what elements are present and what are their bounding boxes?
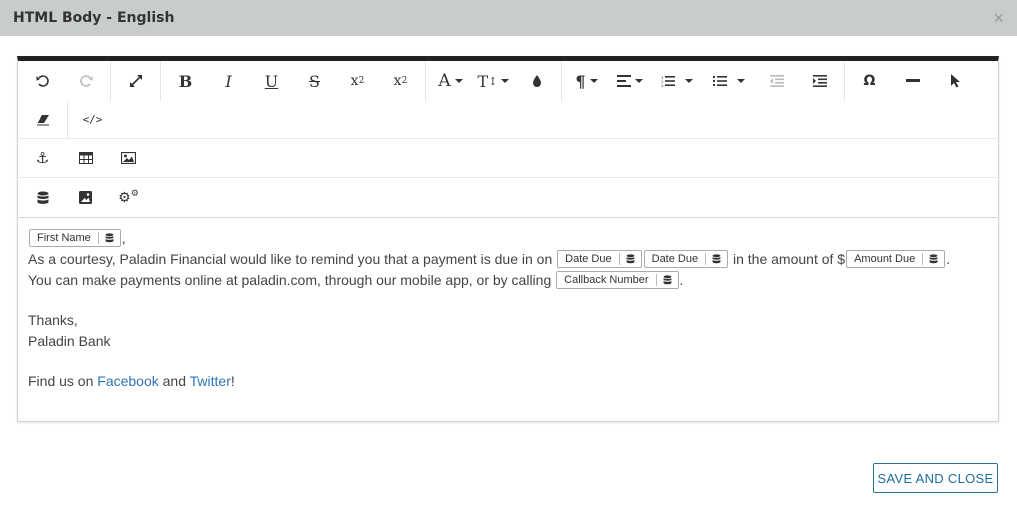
special-chars-icon[interactable]: Ω bbox=[848, 64, 891, 98]
code-group: </> bbox=[68, 101, 117, 138]
payment-line: You can make payments online at paladin.… bbox=[28, 270, 988, 291]
data-group: ⚙ ⚙ bbox=[18, 178, 153, 217]
align-icon[interactable] bbox=[608, 64, 651, 98]
underline-icon[interactable]: U bbox=[250, 64, 293, 98]
payment-period: . bbox=[679, 272, 684, 288]
close-icon[interactable]: × bbox=[993, 9, 1004, 27]
history-group bbox=[18, 61, 111, 101]
editor-content[interactable]: First Name, As a courtesy, Paladin Finan… bbox=[18, 217, 998, 402]
select-all-icon[interactable] bbox=[934, 64, 977, 98]
ordered-list-icon[interactable]: 123 bbox=[651, 64, 703, 98]
toolbar-row-4: ⚙ ⚙ bbox=[18, 178, 998, 217]
svg-text:3: 3 bbox=[661, 83, 664, 87]
database-icon bbox=[922, 253, 944, 266]
font-group: A T ↕ bbox=[426, 61, 562, 101]
modal-dialog: HTML Body - English × B I U S x 2 x 2 A … bbox=[0, 0, 1017, 512]
font-family-icon[interactable]: A bbox=[429, 64, 472, 98]
save-and-close-button[interactable]: SAVE AND CLOSE bbox=[873, 463, 998, 493]
fullscreen-icon[interactable] bbox=[114, 64, 157, 98]
settings-icon[interactable]: ⚙ ⚙ bbox=[107, 181, 150, 215]
redo-icon[interactable] bbox=[64, 64, 107, 98]
outdent-icon[interactable] bbox=[755, 64, 798, 98]
italic-icon[interactable]: I bbox=[207, 64, 250, 98]
database-icon[interactable] bbox=[21, 181, 64, 215]
strikethrough-icon[interactable]: S bbox=[293, 64, 336, 98]
toolbar-row-3: ⚓ bbox=[18, 139, 998, 178]
anchor-icon[interactable]: ⚓ bbox=[21, 141, 64, 175]
horizontal-line-icon[interactable] bbox=[891, 64, 934, 98]
media-group: ⚓ bbox=[18, 139, 153, 177]
color-icon[interactable] bbox=[515, 64, 558, 98]
database-icon bbox=[705, 253, 727, 266]
indent-icon[interactable] bbox=[798, 64, 841, 98]
modal-title: HTML Body - English bbox=[13, 10, 175, 26]
image-icon[interactable] bbox=[107, 141, 150, 175]
clear-group bbox=[18, 101, 68, 138]
twitter-link[interactable]: Twitter bbox=[190, 373, 231, 389]
facebook-link[interactable]: Facebook bbox=[97, 373, 158, 389]
insert-group: Ω bbox=[845, 61, 980, 101]
thanks-line: Thanks, bbox=[28, 312, 78, 328]
database-icon bbox=[97, 232, 120, 245]
unordered-list-icon[interactable] bbox=[703, 64, 755, 98]
signature-line: Paladin Bank bbox=[28, 333, 111, 349]
view-group bbox=[111, 61, 161, 101]
reminder-text-b: in the amount of $ bbox=[729, 251, 846, 267]
social-suffix: ! bbox=[230, 373, 235, 389]
payment-text: You can make payments online at paladin.… bbox=[28, 272, 556, 288]
reminder-period: . bbox=[946, 251, 951, 267]
merge-tag-amount-due[interactable]: Amount Due bbox=[846, 250, 946, 269]
clear-formatting-icon[interactable] bbox=[21, 103, 64, 137]
social-prefix: Find us on bbox=[28, 373, 98, 389]
reminder-line: As a courtesy, Paladin Financial would l… bbox=[28, 249, 988, 270]
greeting-comma: , bbox=[121, 230, 126, 246]
superscript-icon[interactable]: x2 bbox=[379, 64, 422, 98]
rich-text-editor: B I U S x2 x2 A T ↕ ¶ 1 2 3 Ω </> ⚓ ⚙ ⚙ … bbox=[17, 56, 999, 422]
bold-icon[interactable]: B bbox=[164, 64, 207, 98]
social-and: and bbox=[158, 373, 190, 389]
merge-tag-date-due-1[interactable]: Date Due bbox=[557, 250, 642, 269]
database-icon bbox=[618, 253, 641, 266]
merge-tag-callback-number[interactable]: Callback Number bbox=[556, 271, 679, 290]
text-style-group: B I U S x2 x2 bbox=[161, 61, 426, 101]
font-size-icon[interactable]: T ↕ bbox=[472, 64, 515, 98]
toolbar-row-1: B I U S x2 x2 A T ↕ ¶ 1 2 3 Ω bbox=[18, 61, 998, 101]
undo-icon[interactable] bbox=[21, 64, 64, 98]
code-view-icon[interactable]: </> bbox=[71, 103, 114, 137]
paragraph-group: ¶ 123 bbox=[562, 61, 845, 101]
greeting-line: First Name, bbox=[28, 228, 988, 249]
database-icon bbox=[655, 274, 678, 287]
modal-header: HTML Body - English × bbox=[0, 0, 1017, 36]
subscript-icon[interactable]: x2 bbox=[336, 64, 379, 98]
paragraph-format-icon[interactable]: ¶ bbox=[565, 64, 608, 98]
editor-toolbar: B I U S x2 x2 A T ↕ ¶ 1 2 3 Ω </> ⚓ ⚙ ⚙ bbox=[18, 61, 998, 217]
image-manager-icon[interactable] bbox=[64, 181, 107, 215]
reminder-text-a: As a courtesy, Paladin Financial would l… bbox=[28, 251, 557, 267]
table-icon[interactable] bbox=[64, 141, 107, 175]
merge-tag-date-due-2[interactable]: Date Due bbox=[643, 250, 729, 269]
merge-tag-first-name[interactable]: First Name bbox=[29, 229, 121, 248]
social-line: Find us on Facebook and Twitter! bbox=[28, 371, 988, 392]
toolbar-row-2: </> bbox=[18, 101, 998, 139]
